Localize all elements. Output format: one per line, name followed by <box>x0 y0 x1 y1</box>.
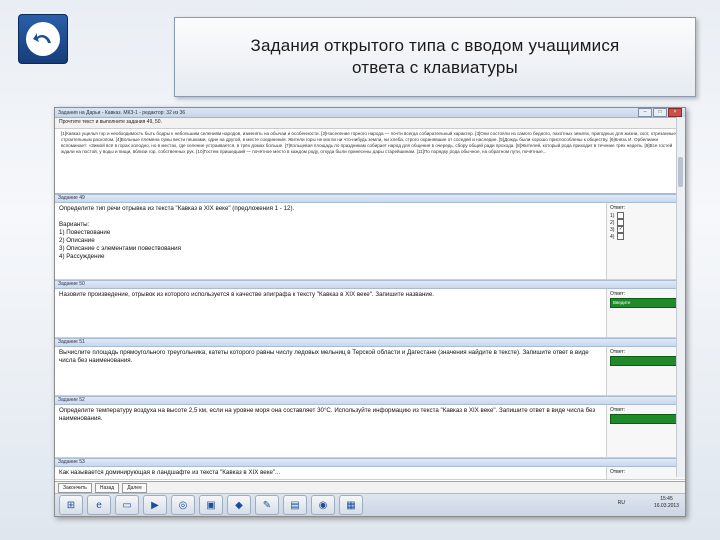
prev-button[interactable]: Назад <box>94 482 120 493</box>
clock-date: 16.03.2013 <box>653 503 679 509</box>
scrollbar[interactable] <box>676 117 685 477</box>
question-text: Как называется доминирующая в ландшафте … <box>55 467 607 479</box>
taskbar-apps: ⊞ e ▭ ▶ ◎ ▣ ◆ ✎ ▤ ◉ ▦ <box>55 494 685 516</box>
app-icon[interactable]: ✎ <box>255 495 279 515</box>
answer-panel: Ответ: 1) 2) 3) ✓ 4) <box>607 203 685 279</box>
answer-option-4[interactable]: 4) <box>610 233 682 240</box>
task-header: Задание 50 <box>55 280 685 289</box>
task-50: Назовите произведение, отрывок из которо… <box>55 289 685 338</box>
app-screenshot: Задания на Дарьи - Кавказ. МКЗ-1 - редак… <box>54 107 686 517</box>
browser-icon[interactable]: e <box>87 495 111 515</box>
back-arrow-icon <box>26 22 60 56</box>
variants-label: Варианты: <box>59 221 90 228</box>
question-text: Вычислите площадь прямоугольного треугол… <box>55 347 607 395</box>
option-1: 1) Повествование <box>59 229 111 236</box>
question-text: Определите температуру воздуха на высоте… <box>55 405 607 457</box>
taskbar: Закончить Назад Далее ⊞ e ▭ ▶ ◎ ▣ ◆ ✎ ▤ … <box>55 481 685 516</box>
task-53: Как называется доминирующая в ландшафте … <box>55 467 685 480</box>
slide-title-box: Задания открытого типа с вводом учащимис… <box>174 17 696 97</box>
start-icon[interactable]: ⊞ <box>59 495 83 515</box>
answer-label: Ответ: <box>610 349 626 355</box>
answer-option-2[interactable]: 2) <box>610 219 682 226</box>
nav-toolbar: Закончить Назад Далее <box>55 482 685 494</box>
checkbox[interactable] <box>617 212 625 219</box>
answer-label: Ответ: <box>610 205 626 211</box>
minimize-icon[interactable]: – <box>638 108 652 117</box>
app-icon[interactable]: ▤ <box>283 495 307 515</box>
answer-option-1[interactable]: 1) <box>610 212 682 219</box>
task-header: Задание 49 <box>55 194 685 203</box>
task-question: Определите тип речи отрывка из текста "К… <box>55 203 607 279</box>
app-icon[interactable]: ◉ <box>311 495 335 515</box>
task-52: Определите температуру воздуха на высоте… <box>55 405 685 458</box>
next-button[interactable]: Далее <box>122 482 147 493</box>
answer-panel: Ответ: <box>607 467 685 479</box>
back-button[interactable] <box>18 14 68 64</box>
option-3: 3) Описание с элементами повествования <box>59 245 181 252</box>
passage-text: [1]Кавказ ущелья гор и необходимость быт… <box>55 129 685 194</box>
clock: 15:45 16.03.2013 <box>654 496 679 510</box>
option-2: 2) Описание <box>59 237 95 244</box>
answer-option-3[interactable]: 3) ✓ <box>610 226 682 233</box>
question-text: Определите тип речи отрывка из текста "К… <box>59 205 295 212</box>
checkbox[interactable] <box>617 233 625 240</box>
answer-panel: Ответ: <box>607 347 685 395</box>
checkbox[interactable] <box>617 219 625 226</box>
answer-input[interactable] <box>610 356 682 366</box>
media-icon[interactable]: ▶ <box>143 495 167 515</box>
app-icon[interactable]: ◆ <box>227 495 251 515</box>
answer-panel: Ответ: <box>607 405 685 457</box>
window-title: Задания на Дарьи - Кавказ. МКЗ-1 - редак… <box>58 109 186 116</box>
app-icon[interactable]: ▦ <box>339 495 363 515</box>
window-titlebar: Задания на Дарьи - Кавказ. МКЗ-1 - редак… <box>55 108 685 118</box>
answer-label: Ответ: <box>610 291 626 297</box>
task-header: Задание 52 <box>55 396 685 405</box>
task-header: Задание 51 <box>55 338 685 347</box>
checkbox[interactable]: ✓ <box>617 226 625 233</box>
language-indicator[interactable]: RU <box>618 500 625 506</box>
scrollbar-thumb[interactable] <box>678 157 683 187</box>
option-4: 4) Рассуждение <box>59 253 105 260</box>
chrome-icon[interactable]: ◎ <box>171 495 195 515</box>
slide-title: Задания открытого типа с вводом учащимис… <box>250 36 620 77</box>
answer-panel: Ответ: Введите <box>607 289 685 337</box>
task-header: Задание 53 <box>55 458 685 467</box>
task-51: Вычислите площадь прямоугольного треугол… <box>55 347 685 396</box>
maximize-icon[interactable]: □ <box>653 108 667 117</box>
answer-label: Ответ: <box>610 407 626 413</box>
instruction-text: Прочтите текст и выполните задания 49, 5… <box>55 118 685 129</box>
clock-time: 15:45 <box>660 496 673 502</box>
answer-input[interactable] <box>610 414 682 424</box>
folder-icon[interactable]: ▭ <box>115 495 139 515</box>
finish-button[interactable]: Закончить <box>58 482 92 493</box>
close-icon[interactable]: × <box>668 108 682 117</box>
question-text: Назовите произведение, отрывок из которо… <box>55 289 607 337</box>
task-49: Определите тип речи отрывка из текста "К… <box>55 203 685 280</box>
answer-input[interactable]: Введите <box>610 298 682 308</box>
answer-label: Ответ: <box>610 469 626 475</box>
window-icon[interactable]: ▣ <box>199 495 223 515</box>
